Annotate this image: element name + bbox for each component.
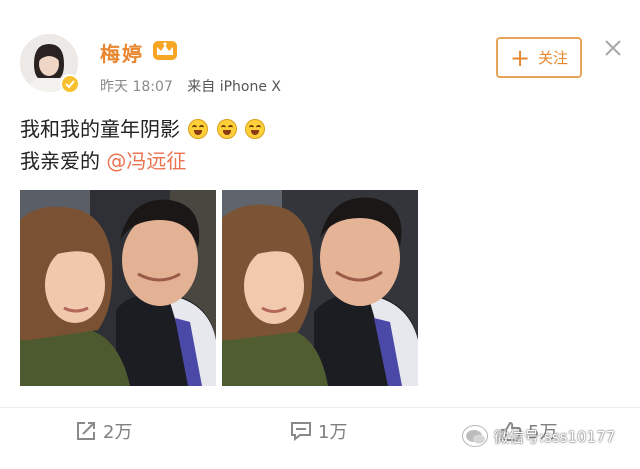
- comment-count: 1万: [318, 422, 348, 443]
- laughing-emoji-icon: [188, 119, 209, 139]
- post-text-line-2: 我亲爱的 @冯远征: [20, 145, 265, 177]
- post-meta: 昨天 18:07 来自 iPhone X: [100, 76, 291, 96]
- post-time: 昨天 18:07: [100, 79, 173, 95]
- wechat-logo-icon: [462, 425, 488, 447]
- vip-crown-icon: [152, 38, 178, 62]
- laughing-emoji-icon: [216, 119, 237, 139]
- divider: [0, 407, 640, 408]
- laughing-emoji-icon: [245, 119, 266, 139]
- verified-badge-icon: [60, 74, 80, 94]
- share-button[interactable]: 2万: [75, 418, 132, 444]
- username[interactable]: 梅婷: [100, 38, 144, 67]
- post-text-prefix: 我亲爱的: [20, 149, 107, 173]
- close-icon[interactable]: [603, 38, 623, 58]
- share-icon: [77, 422, 95, 440]
- follow-button[interactable]: + 关注: [496, 37, 582, 78]
- watermark-text: 微信号:sss10177: [494, 427, 616, 446]
- post-image-2[interactable]: [222, 190, 418, 386]
- post-image-1[interactable]: [20, 190, 216, 386]
- wechat-watermark: 微信号:sss10177: [462, 425, 615, 447]
- share-count: 2万: [103, 422, 133, 443]
- plus-icon: +: [509, 43, 531, 72]
- post-text-main: 我和我的童年阴影: [20, 117, 180, 141]
- post-text-line-1: 我和我的童年阴影: [20, 113, 266, 145]
- post-text: 我和我的童年阴影 我亲爱的 @冯远征: [20, 113, 266, 177]
- mention-link[interactable]: @冯远征: [106, 149, 186, 173]
- comment-button[interactable]: 1万: [290, 418, 347, 444]
- comment-icon: [291, 422, 311, 442]
- follow-button-label: 关注: [538, 49, 569, 67]
- weibo-post-card: 梅婷 昨天 18:07 来自 iPhone X + 关注 我和我的童年阴影 我亲…: [0, 0, 640, 469]
- post-source[interactable]: 来自 iPhone X: [187, 79, 281, 95]
